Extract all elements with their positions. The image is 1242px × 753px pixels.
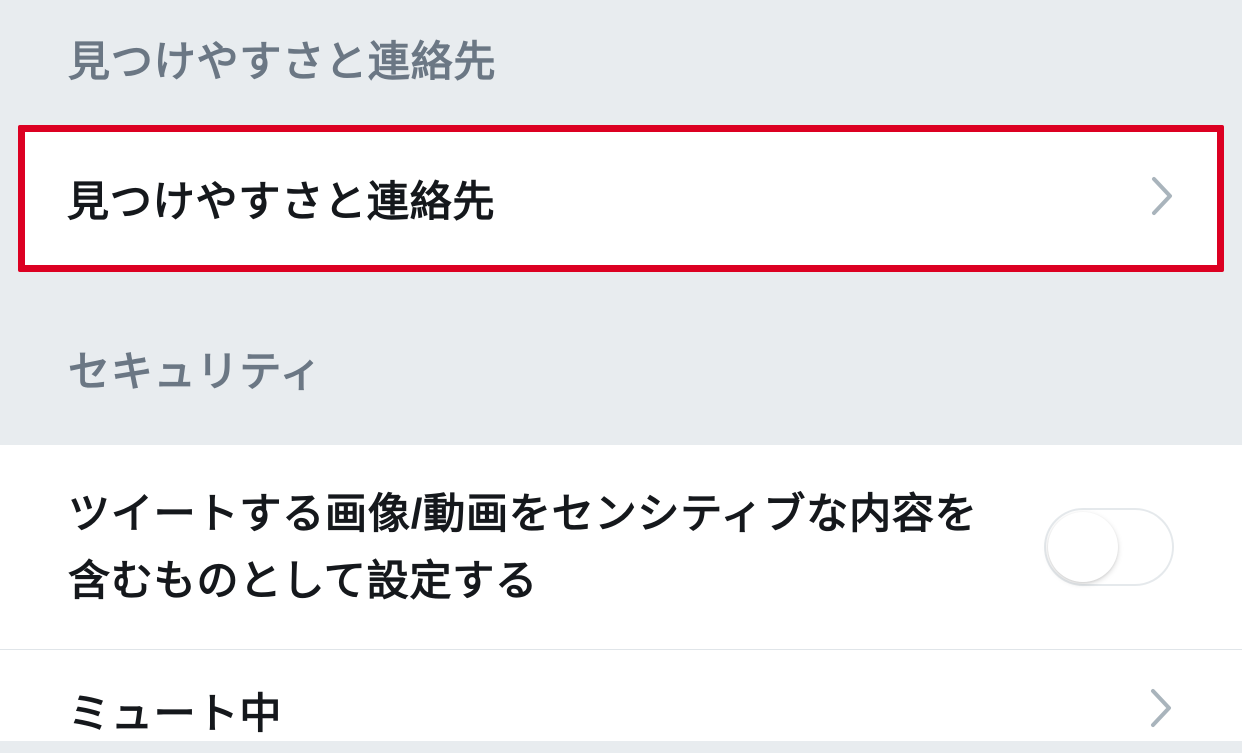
discoverability-contacts-label: 見つけやすさと連絡先: [67, 168, 495, 229]
sensitive-content-row: ツイートする画像/動画をセンシティブな内容を含むものとして設定する: [0, 445, 1242, 650]
sensitive-content-toggle[interactable]: [1044, 508, 1174, 586]
muted-row[interactable]: ミュート中: [0, 650, 1242, 741]
section-header-label: 見つけやすさと連絡先: [68, 28, 1174, 89]
toggle-knob: [1048, 512, 1118, 582]
chevron-right-icon: [1150, 688, 1174, 733]
section-header-label: セキュリティ: [68, 338, 1174, 399]
sensitive-content-label: ツイートする画像/動画をセンシティブな内容を含むものとして設定する: [68, 480, 1004, 614]
section-header-discoverability: 見つけやすさと連絡先: [0, 0, 1242, 125]
muted-label: ミュート中: [68, 680, 282, 741]
chevron-right-icon: [1151, 176, 1175, 221]
section-header-security: セキュリティ: [0, 272, 1242, 445]
highlighted-wrapper: 見つけやすさと連絡先: [0, 125, 1242, 272]
discoverability-contacts-row[interactable]: 見つけやすさと連絡先: [25, 132, 1217, 265]
highlight-border: 見つけやすさと連絡先: [18, 125, 1224, 272]
